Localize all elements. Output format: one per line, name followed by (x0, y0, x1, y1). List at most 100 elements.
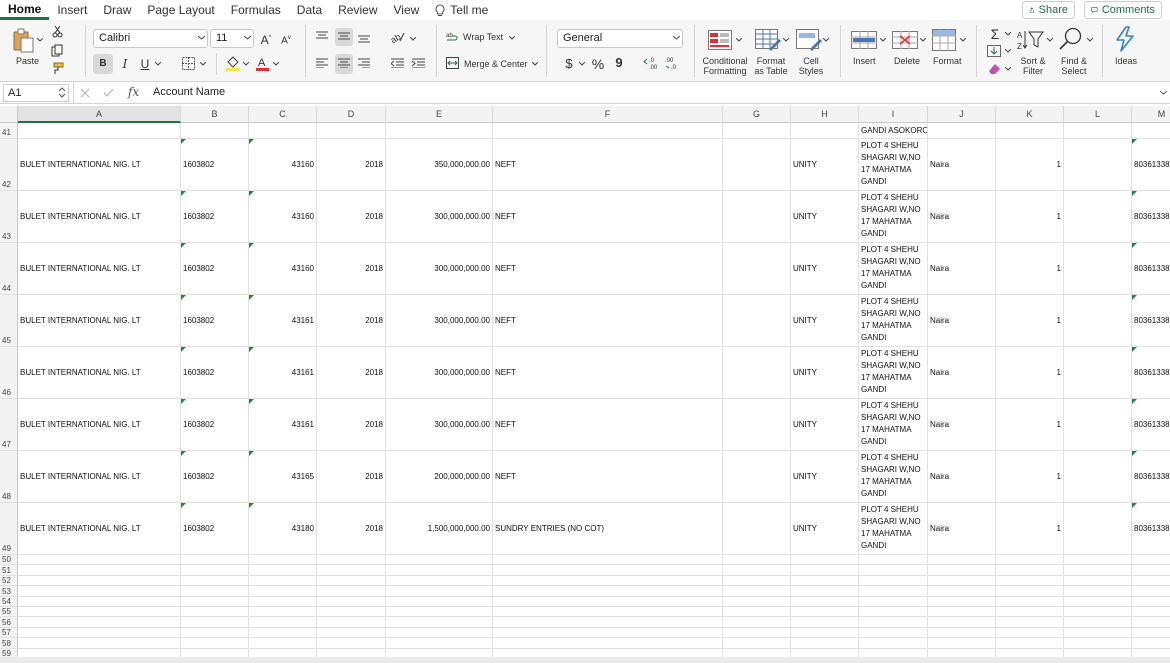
table-cell[interactable] (1132, 607, 1170, 618)
row-header[interactable]: 58 (0, 638, 18, 649)
ideas-icon[interactable] (1114, 26, 1136, 52)
table-cell[interactable] (493, 555, 723, 566)
increase-font-size-button[interactable]: A^ (257, 29, 275, 47)
table-cell[interactable] (181, 607, 249, 618)
table-cell[interactable]: BULET INTERNATIONAL NIG. LT (18, 243, 181, 295)
table-cell[interactable] (723, 586, 791, 597)
insert-label[interactable]: Insert (853, 56, 876, 66)
percent-button[interactable]: % (589, 55, 607, 73)
table-cell[interactable]: NEFT (493, 347, 723, 399)
row-header[interactable]: 42 (0, 139, 18, 191)
table-cell[interactable] (928, 123, 996, 139)
delete-label[interactable]: Delete (894, 56, 920, 66)
column-header-e[interactable]: E (386, 106, 493, 123)
table-cell[interactable] (386, 596, 493, 607)
table-cell[interactable] (493, 565, 723, 576)
table-cell[interactable]: NEFT (493, 295, 723, 347)
table-cell[interactable] (1132, 586, 1170, 597)
table-cell[interactable] (859, 638, 928, 649)
table-cell[interactable] (249, 617, 317, 628)
table-cell[interactable] (317, 638, 386, 649)
table-cell[interactable]: 43165 (249, 451, 317, 503)
row-header[interactable]: 44 (0, 243, 18, 295)
table-cell[interactable]: PLOT 4 SHEHU SHAGARI W,NO 17 MAHATMA GAN… (859, 347, 928, 399)
spreadsheet-grid[interactable]: A B C D E F G H I J K L M 41 GANDI ASOKORO 42 BULET INTE… (0, 106, 1170, 663)
table-cell[interactable] (181, 586, 249, 597)
table-cell[interactable] (928, 575, 996, 587)
table-cell[interactable]: 1603802 (181, 399, 249, 451)
table-cell[interactable] (996, 555, 1064, 566)
table-cell[interactable]: 1,500,000,000.00 (386, 503, 493, 555)
table-cell[interactable]: 43180 (249, 503, 317, 555)
chevron-down-icon[interactable] (200, 62, 206, 66)
chevron-down-icon[interactable] (823, 38, 829, 42)
chevron-down-icon[interactable] (1005, 67, 1011, 71)
table-cell[interactable] (18, 617, 181, 628)
conditional-formatting-label[interactable]: Conditional Formatting (700, 56, 750, 76)
format-as-table-label[interactable]: Format as Table (750, 56, 792, 76)
tab-formulas[interactable]: Formulas (223, 0, 289, 20)
row-header[interactable]: 46 (0, 347, 18, 399)
table-cell[interactable] (791, 627, 859, 639)
table-cell[interactable] (1064, 123, 1132, 139)
table-cell[interactable] (723, 295, 791, 347)
row-header[interactable]: 49 (0, 503, 18, 555)
table-cell[interactable]: 80361338 (1132, 139, 1170, 191)
increase-indent-icon[interactable] (412, 58, 425, 68)
table-cell[interactable]: NEFT (493, 451, 723, 503)
increase-decimal-icon[interactable]: .0.00 (643, 56, 660, 70)
table-cell[interactable] (493, 586, 723, 597)
table-cell[interactable] (723, 191, 791, 243)
table-cell[interactable] (791, 607, 859, 618)
table-cell[interactable] (723, 347, 791, 399)
row-header[interactable]: 45 (0, 295, 18, 347)
table-cell[interactable] (723, 638, 791, 649)
column-header-b[interactable]: B (181, 106, 249, 123)
table-cell[interactable] (493, 638, 723, 649)
table-cell[interactable]: Naira (928, 503, 996, 555)
column-header-c[interactable]: C (249, 106, 317, 123)
table-cell[interactable] (928, 627, 996, 639)
chevron-down-icon[interactable] (920, 38, 926, 42)
row-header[interactable]: 41 (0, 123, 18, 139)
search-icon[interactable] (1058, 27, 1084, 51)
table-cell[interactable] (791, 575, 859, 587)
table-cell[interactable]: 80361338 (1132, 243, 1170, 295)
table-cell[interactable] (386, 123, 493, 139)
table-cell[interactable] (1064, 451, 1132, 503)
table-cell[interactable] (791, 565, 859, 576)
copy-icon[interactable] (51, 44, 65, 57)
table-cell[interactable] (1132, 565, 1170, 576)
comma-style-button[interactable]: 9 (610, 54, 628, 72)
table-cell[interactable] (928, 586, 996, 597)
table-cell[interactable] (791, 586, 859, 597)
table-cell[interactable]: 43161 (249, 347, 317, 399)
column-header-j[interactable]: J (928, 106, 996, 123)
table-cell[interactable] (1064, 243, 1132, 295)
table-cell[interactable]: Naira (928, 139, 996, 191)
column-header-i[interactable]: I (859, 106, 928, 123)
chevron-down-icon[interactable] (736, 38, 742, 42)
table-cell[interactable] (1132, 597, 1170, 607)
table-cell[interactable] (493, 596, 723, 607)
table-cell[interactable] (181, 627, 249, 639)
table-cell[interactable]: 2018 (317, 451, 386, 503)
table-cell[interactable] (1064, 627, 1132, 639)
ideas-label[interactable]: Ideas (1115, 56, 1137, 66)
table-cell[interactable] (996, 638, 1064, 649)
decrease-font-size-button[interactable]: Av (277, 29, 295, 47)
table-cell[interactable] (996, 586, 1064, 597)
table-cell[interactable] (996, 596, 1064, 607)
table-cell[interactable] (859, 607, 928, 618)
table-cell[interactable] (386, 627, 493, 639)
chevron-down-icon[interactable] (273, 62, 279, 66)
function-icon[interactable]: fx (128, 85, 139, 99)
table-cell[interactable] (859, 575, 928, 587)
format-painter-icon[interactable] (51, 62, 65, 75)
table-cell[interactable]: 300,000,000.00 (386, 243, 493, 295)
table-cell[interactable] (493, 627, 723, 639)
comments-button[interactable]: Comments (1084, 1, 1162, 19)
table-cell[interactable]: BULET INTERNATIONAL NIG. LT (18, 451, 181, 503)
table-cell[interactable]: 300,000,000.00 (386, 295, 493, 347)
autosum-button[interactable]: Σ (986, 25, 1004, 43)
